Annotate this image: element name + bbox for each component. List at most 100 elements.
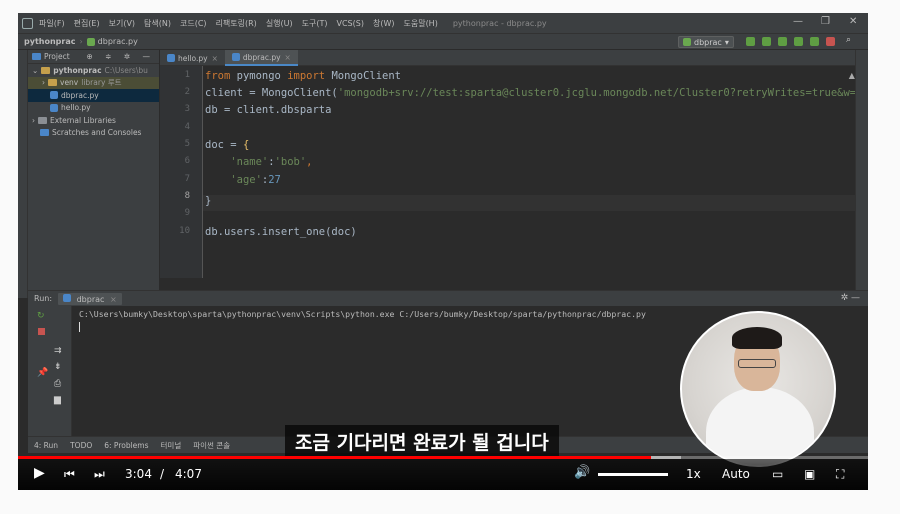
fullscreen-icon[interactable]: ⛶ xyxy=(836,467,844,482)
tree-item-label: venv xyxy=(60,78,79,88)
volume-icon[interactable]: 🔊 xyxy=(574,465,590,480)
menu-run[interactable]: 실행(U) xyxy=(266,18,293,29)
tree-item-hello[interactable]: hello.py xyxy=(28,102,159,115)
tool-tab-terminal[interactable]: 터미널 xyxy=(161,440,182,451)
menu-tools[interactable]: 도구(T) xyxy=(302,18,328,29)
chevron-down-icon: ⌄ xyxy=(32,65,39,75)
tool-tab-problems[interactable]: 6: Problems xyxy=(104,441,148,450)
tool-tab-todo[interactable]: TODO xyxy=(70,441,92,450)
next-icon[interactable]: ⏭ xyxy=(94,467,105,482)
video-controls: ▶ ⏮ ⏭ 3:04 / 4:07 🔊 1x Auto ▭ ▣ ⛶ xyxy=(18,459,868,490)
presenter-body xyxy=(706,387,814,465)
concurrency-icon[interactable] xyxy=(810,37,819,46)
search-icon[interactable]: ⌕ xyxy=(846,35,855,45)
menu-refactor[interactable]: 리팩토링(R) xyxy=(216,18,257,29)
menu-window[interactable]: 창(W) xyxy=(373,18,395,29)
maximize-icon[interactable]: ❐ xyxy=(821,16,830,27)
stop-icon[interactable] xyxy=(38,328,45,335)
menu-navigate[interactable]: 탐색(N) xyxy=(144,18,171,29)
tree-item-pythonprac[interactable]: ⌄ pythonprac C:\Users\bu xyxy=(28,64,159,77)
previous-icon[interactable]: ⏮ xyxy=(64,467,75,482)
close-tab-icon[interactable]: × xyxy=(285,53,291,62)
tab-label: dbprac.py xyxy=(242,52,281,62)
close-tab-icon[interactable]: × xyxy=(110,295,117,304)
playback-speed-button[interactable]: 1x xyxy=(686,467,701,481)
run-config-select[interactable]: dbprac ▾ xyxy=(678,36,734,48)
coverage-icon[interactable] xyxy=(778,37,787,46)
menu-view[interactable]: 보기(V) xyxy=(109,18,135,29)
code-line-2: client = MongoClient('mongodb+srv://test… xyxy=(205,87,868,99)
minimize-icon[interactable]: — xyxy=(793,16,803,27)
tree-item-dbprac[interactable]: dbprac.py xyxy=(28,89,159,102)
tree-item-scratches[interactable]: Scratches and Consoles xyxy=(28,127,159,140)
rerun-icon[interactable]: ↻ xyxy=(37,311,45,321)
menu-edit[interactable]: 편집(E) xyxy=(74,18,100,29)
run-settings-icon[interactable]: ✲ — xyxy=(841,293,860,303)
project-icon xyxy=(32,53,41,60)
run-toolbar: ↻ ⇉ ⇟ ⎙ ▆ 📌 xyxy=(28,306,72,436)
python-file-icon xyxy=(63,293,72,302)
python-file-icon xyxy=(683,38,691,46)
breadcrumb-file[interactable]: dbprac.py xyxy=(98,37,138,46)
tree-item-external-libraries[interactable]: › External Libraries xyxy=(28,114,159,127)
tree-item-label: External Libraries xyxy=(50,115,116,125)
soft-wrap-icon[interactable]: ⇉ xyxy=(54,346,62,356)
tab-dbprac-py[interactable]: dbprac.py × xyxy=(224,50,298,66)
python-file-icon xyxy=(231,53,240,61)
tree-item-venv[interactable]: › venv library 루트 xyxy=(28,76,159,89)
close-tab-icon[interactable]: × xyxy=(212,54,218,63)
profile-icon[interactable] xyxy=(794,37,803,46)
code-line-6: 'name':'bob', xyxy=(230,156,313,168)
chevron-down-icon: ▾ xyxy=(724,37,729,47)
debug-icon[interactable] xyxy=(762,37,771,46)
run-tab-label: dbprac xyxy=(76,294,105,304)
line-number: 5 xyxy=(184,139,190,149)
quality-button[interactable]: Auto xyxy=(722,467,750,481)
console-command-line: C:\Users\bumky\Desktop\sparta\pythonprac… xyxy=(79,309,646,319)
menu-code[interactable]: 코드(C) xyxy=(180,18,207,29)
pin-icon[interactable]: 📌 xyxy=(37,368,48,378)
presenter-webcam xyxy=(680,311,836,467)
pycharm-icon xyxy=(22,17,33,29)
tree-item-hint: library 루트 xyxy=(81,78,122,88)
run-tab-dbprac[interactable]: dbprac × xyxy=(58,292,122,305)
scroll-to-end-icon[interactable]: ⇟ xyxy=(54,362,62,372)
console-caret xyxy=(79,322,80,332)
time-total: 4:07 xyxy=(175,467,202,481)
panel-actions-icon[interactable]: ⊕ ≑ ✲ — xyxy=(86,52,155,61)
stop-icon[interactable] xyxy=(826,37,835,46)
code-line-1: from pymongo import MongoClient xyxy=(205,70,401,82)
python-file-icon xyxy=(50,103,58,112)
tool-tab-run[interactable]: 4: Run xyxy=(34,441,58,450)
miniplayer-icon[interactable]: ▣ xyxy=(804,467,815,481)
run-icon[interactable] xyxy=(746,37,755,46)
line-number: 1 xyxy=(184,70,190,80)
project-panel-title[interactable]: Project xyxy=(44,52,70,61)
tree-item-label: pythonprac xyxy=(53,65,102,75)
tab-hello-py[interactable]: hello.py × xyxy=(160,50,225,66)
delete-icon[interactable]: ▆ xyxy=(54,395,61,405)
folder-icon xyxy=(41,66,51,74)
video-subtitle: 조금 기다리면 완료가 될 겁니다 xyxy=(285,425,559,457)
python-file-icon xyxy=(167,54,175,62)
time-separator: / xyxy=(160,467,165,481)
menu-help[interactable]: 도움말(H) xyxy=(403,18,437,29)
left-tool-strip xyxy=(18,50,28,298)
captions-icon[interactable]: ▭ xyxy=(772,467,783,481)
ide-menubar: 파일(F) 편집(E) 보기(V) 탐색(N) 코드(C) 리팩토링(R) 실행… xyxy=(18,13,868,33)
code-editor[interactable]: from pymongo import MongoClient client =… xyxy=(203,66,868,278)
chevron-right-icon: › xyxy=(42,78,45,88)
breadcrumb-project[interactable]: pythonprac xyxy=(24,37,75,46)
current-line-highlight xyxy=(203,195,868,211)
menu-file[interactable]: 파일(F) xyxy=(39,18,65,29)
line-number: 4 xyxy=(184,122,190,132)
volume-slider[interactable] xyxy=(598,473,668,476)
menu-vcs[interactable]: VCS(S) xyxy=(337,19,364,28)
close-icon[interactable]: ✕ xyxy=(849,16,857,27)
tool-tab-python-console[interactable]: 파이썬 콘솔 xyxy=(193,440,230,451)
tree-item-label: dbprac.py xyxy=(61,90,99,100)
print-icon[interactable]: ⎙ xyxy=(54,379,61,389)
scratches-icon xyxy=(40,129,49,137)
tab-label: hello.py xyxy=(178,53,208,63)
play-icon[interactable]: ▶ xyxy=(34,465,45,481)
